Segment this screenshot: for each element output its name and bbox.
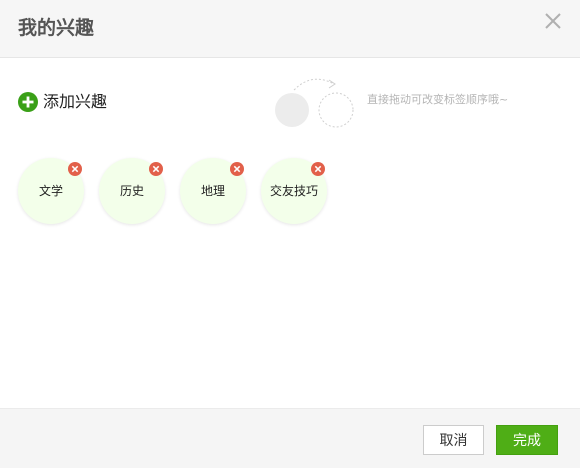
dialog-footer: 取消 完成 <box>0 408 580 468</box>
tag-label: 文学 <box>38 184 63 198</box>
add-interest-label: 添加兴趣 <box>43 92 108 111</box>
interest-tag[interactable]: 交友技巧 <box>261 158 327 224</box>
close-button[interactable] <box>542 10 564 32</box>
tag-label: 交友技巧 <box>269 184 318 198</box>
dialog-header: 我的兴趣 <box>0 0 580 58</box>
done-button[interactable]: 完成 <box>496 425 558 455</box>
remove-x-icon[interactable] <box>68 162 82 176</box>
close-icon <box>545 13 561 29</box>
drag-hint-text: 直接拖动可改变标签顺序哦~ <box>367 93 509 106</box>
interest-tag[interactable]: 文学 <box>18 158 84 224</box>
drag-hint-illustration <box>275 78 354 128</box>
tag-label: 地理 <box>200 184 225 198</box>
tag-label: 历史 <box>119 184 144 198</box>
interest-tag[interactable]: 历史 <box>99 158 165 224</box>
interest-tag[interactable]: 地理 <box>180 158 246 224</box>
remove-x-icon[interactable] <box>311 162 325 176</box>
plus-circle-icon <box>18 92 38 112</box>
interest-dialog: 我的兴趣 添加兴趣 直接拖动可改变标签顺序哦~ 文学 历史 地理 交友技巧 取消… <box>0 0 580 468</box>
dialog-title: 我的兴趣 <box>18 17 95 39</box>
cancel-button[interactable]: 取消 <box>423 425 484 455</box>
add-interest-button[interactable]: 添加兴趣 <box>18 92 107 112</box>
remove-x-icon[interactable] <box>149 162 163 176</box>
remove-x-icon[interactable] <box>230 162 244 176</box>
